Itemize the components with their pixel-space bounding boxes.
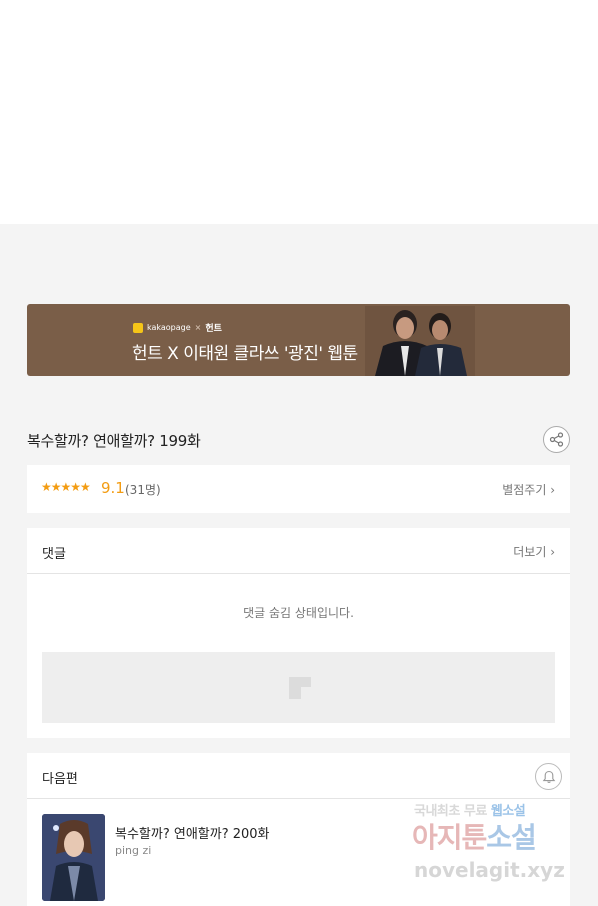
banner-separator: × xyxy=(194,323,202,332)
next-episode-title[interactable]: 복수할까? 연애할까? 200화 xyxy=(115,823,270,842)
comments-more-link[interactable]: 더보기 › xyxy=(513,543,555,560)
banner-brand: kakaopage xyxy=(147,323,191,332)
banner-partner: 헌트 xyxy=(205,324,222,334)
placeholder-icon xyxy=(289,677,311,699)
next-header: 다음편 xyxy=(27,753,570,799)
kakaopage-icon xyxy=(133,322,143,333)
promo-banner[interactable]: kakaopage × 헌트 헌트 X 이태원 클라쓰 '광진' 웹툰 xyxy=(27,304,570,376)
rate-button[interactable]: 별점주기 › xyxy=(502,481,555,498)
site-watermark: 국내최초 무료 웹소설 아지툰소설 novelagit.xyz xyxy=(412,798,592,890)
comments-header: 댓글 더보기 › xyxy=(27,528,570,574)
share-icon xyxy=(549,432,564,447)
rating-card: ★★★★★ 9.1 (31명) 별점주기 › xyxy=(27,465,570,513)
notify-button[interactable] xyxy=(535,763,562,790)
comments-card: 댓글 더보기 › 댓글 숨김 상태입니다. xyxy=(27,528,570,738)
banner-logo: kakaopage × 헌트 xyxy=(133,321,222,334)
share-button[interactable] xyxy=(543,426,570,453)
rating-stars: ★★★★★ xyxy=(41,480,91,494)
comments-hidden-message: 댓글 숨김 상태입니다. xyxy=(243,606,354,620)
next-header-title: 다음편 xyxy=(42,772,78,787)
next-episode-author: ping zi xyxy=(115,844,152,857)
ad-placeholder xyxy=(42,652,555,723)
bell-icon xyxy=(542,770,555,783)
rating-score: 9.1 xyxy=(101,479,125,497)
watermark-url: novelagit.xyz xyxy=(414,858,565,882)
comments-title: 댓글 xyxy=(42,547,66,562)
next-episode-thumbnail[interactable] xyxy=(42,814,105,901)
banner-people-image xyxy=(365,306,475,376)
watermark-name: 아지툰소설 xyxy=(412,821,537,854)
episode-title: 복수할까? 연애할까? 199화 xyxy=(27,432,201,450)
rating-count: (31명) xyxy=(125,483,161,497)
banner-title: 헌트 X 이태원 클라쓰 '광진' 웹툰 xyxy=(132,344,358,364)
ad-blank-area xyxy=(0,0,598,224)
thumbnail-image xyxy=(42,814,105,901)
